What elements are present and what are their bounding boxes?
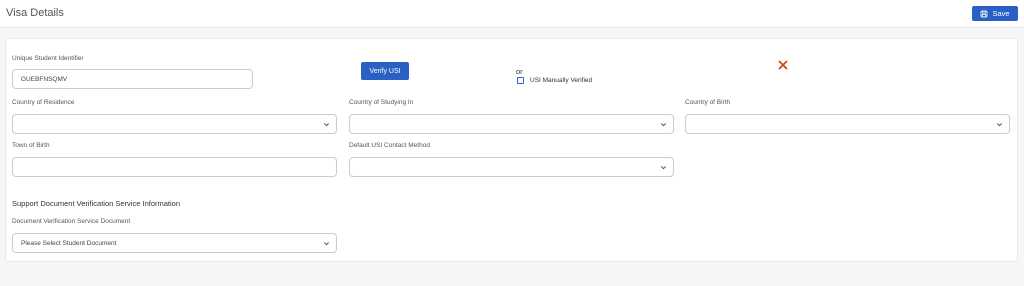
save-button[interactable]: Save [972,6,1018,21]
save-icon [981,10,988,17]
dvs-document-label: Document Verification Service Document [12,218,131,225]
chevron-down-icon [323,242,330,246]
usi-input-value: GUEBFNSQMV [21,75,68,83]
usi-input[interactable]: GUEBFNSQMV [12,69,253,89]
usi-contact-method-label: Default USI Contact Method [349,142,430,149]
country-of-residence-label: Country of Residence [12,99,75,106]
chevron-down-icon [323,123,330,127]
dvs-section-title: Support Document Verification Service In… [12,199,180,208]
town-of-birth-input[interactable] [12,157,337,177]
usi-label: Unique Student Identifier [12,55,84,62]
country-of-studying-label: Country of Studying In [349,99,414,106]
page-title: Visa Details [6,7,64,19]
usi-contact-method-select[interactable] [349,157,674,177]
country-of-residence-select[interactable] [12,114,337,134]
dvs-document-select[interactable]: Please Select Student Document [12,233,337,253]
save-button-label: Save [992,9,1010,18]
usi-manually-verified-checkbox[interactable] [517,77,524,84]
country-of-studying-select[interactable] [349,114,674,134]
page-header: Visa Details Save [0,0,1024,28]
chevron-down-icon [660,123,667,127]
close-icon [778,60,788,70]
town-of-birth-label: Town of Birth [12,142,50,149]
or-text: or [516,67,523,76]
dvs-document-placeholder: Please Select Student Document [21,239,117,247]
country-of-birth-label: Country of Birth [685,99,731,106]
chevron-down-icon [660,166,667,170]
country-of-birth-select[interactable] [685,114,1010,134]
usi-manually-verified-label: USI Manually Verified [530,77,593,84]
chevron-down-icon [996,123,1003,127]
verify-usi-button[interactable]: Verify USI [361,62,409,80]
